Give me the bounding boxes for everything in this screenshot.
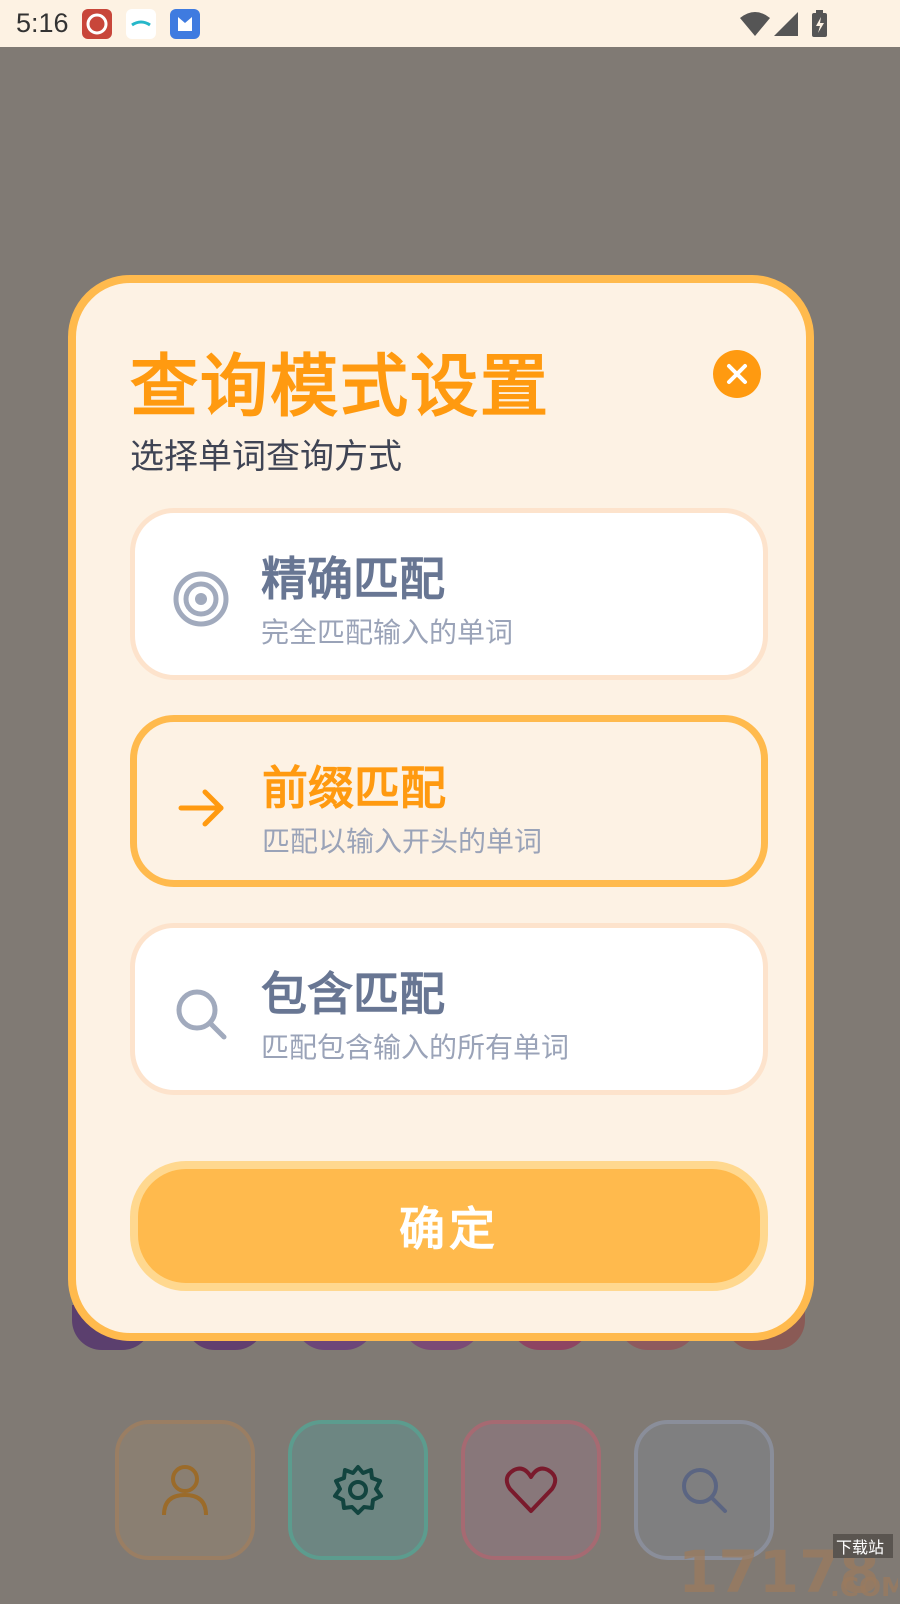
app-notification-icon: [170, 9, 200, 39]
status-time: 5:16: [16, 8, 69, 38]
app-notification-icon: [126, 9, 156, 39]
option-description: 完全匹配输入的单词: [261, 616, 514, 649]
query-mode-dialog: 查询模式设置 选择单词查询方式 精确匹配 完全匹配输入的单词 前缀匹配 匹配以输…: [68, 275, 814, 1341]
option-title: 精确匹配: [261, 552, 445, 606]
option-exact-match[interactable]: 精确匹配 完全匹配输入的单词: [130, 508, 768, 680]
option-contains-match[interactable]: 包含匹配 匹配包含输入的所有单词: [130, 923, 768, 1095]
cellular-signal-icon: [774, 12, 798, 36]
status-bar: 5:16: [0, 0, 900, 47]
app-notification-icon: [82, 9, 112, 39]
confirm-button-label: 确定: [399, 1202, 499, 1256]
profile-button[interactable]: [115, 1420, 255, 1560]
option-description: 匹配包含输入的所有单词: [261, 1031, 570, 1064]
svg-text:.COM: .COM: [830, 1573, 898, 1600]
arrow-right-icon: [178, 789, 224, 827]
user-icon: [162, 1465, 208, 1516]
search-icon: [176, 989, 227, 1040]
option-description: 匹配以输入开头的单词: [262, 825, 543, 858]
bottom-nav: [115, 1420, 774, 1560]
close-button[interactable]: [713, 350, 761, 398]
svg-text:下载站: 下载站: [836, 1538, 884, 1557]
close-icon: [727, 364, 747, 384]
option-prefix-match[interactable]: 前缀匹配 匹配以输入开头的单词: [130, 715, 768, 887]
watermark-logo: 17178 下载站 .COM: [678, 1530, 900, 1604]
dialog-title: 查询模式设置: [130, 348, 551, 427]
search-icon: [682, 1468, 727, 1513]
favorites-button[interactable]: [461, 1420, 601, 1560]
option-title: 前缀匹配: [262, 761, 446, 815]
gear-icon: [333, 1465, 383, 1515]
option-title: 包含匹配: [261, 967, 445, 1021]
confirm-button[interactable]: 确定: [130, 1161, 768, 1291]
settings-button[interactable]: [288, 1420, 428, 1560]
battery-charging-icon: [812, 10, 827, 37]
target-icon: [173, 571, 229, 627]
heart-icon: [504, 1466, 558, 1513]
wifi-icon: [740, 12, 770, 36]
dialog-subtitle: 选择单词查询方式: [130, 437, 402, 477]
